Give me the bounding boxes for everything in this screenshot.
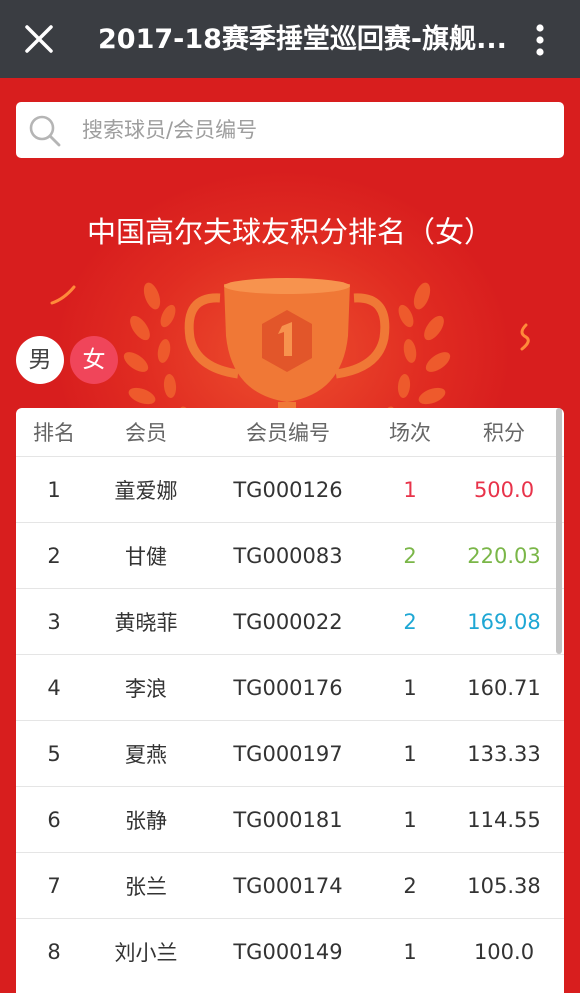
- gender-tab-male[interactable]: 男: [16, 336, 64, 384]
- rank-cell: 8: [47, 939, 61, 964]
- search-input[interactable]: 搜索球员/会员编号: [16, 102, 564, 158]
- member-id-cell: TG000022: [233, 609, 343, 634]
- member-id-cell: TG000197: [233, 741, 343, 766]
- member-id-cell: TG000181: [233, 807, 343, 832]
- header-member: 会员: [125, 421, 167, 445]
- close-icon[interactable]: [22, 22, 56, 56]
- rank-cell: 3: [47, 609, 61, 634]
- score-cell: 160.71: [467, 675, 541, 700]
- games-cell: 2: [403, 609, 417, 634]
- page-title: 2017-18赛季捶堂巡回赛-旗舰...: [98, 24, 507, 55]
- games-cell: 1: [403, 675, 417, 700]
- score-cell: 500.0: [473, 477, 535, 502]
- header-games: 场次: [389, 421, 431, 445]
- table-row[interactable]: 8 刘小兰 TG000149 1 100.0: [16, 918, 564, 984]
- games-cell: 1: [403, 807, 417, 832]
- rank-cell: 1: [47, 477, 61, 502]
- games-cell: 2: [403, 543, 417, 568]
- header-member-id: 会员编号: [246, 421, 330, 445]
- search-icon: [29, 115, 61, 147]
- member-id-cell: TG000176: [233, 675, 343, 700]
- rank-cell: 6: [47, 807, 61, 832]
- confetti-icon: [520, 323, 530, 351]
- top-bar: 2017-18赛季捶堂巡回赛-旗舰...: [0, 0, 580, 78]
- ranking-table: 排名 会员 会员编号 场次 积分 1 童爱娜 TG000126 1 500.0 2 甘健 TG…: [16, 408, 564, 993]
- score-cell: 133.33: [467, 741, 541, 766]
- rank-cell: 5: [47, 741, 61, 766]
- score-cell: 100.0: [473, 939, 535, 964]
- score-cell: 220.03: [467, 543, 541, 568]
- member-name-cell: 张兰: [125, 874, 167, 899]
- score-cell: 105.38: [467, 873, 541, 898]
- table-row[interactable]: 4 李浪 TG000176 1 160.71: [16, 654, 564, 720]
- table-row[interactable]: 1 童爱娜 TG000126 1 500.0: [16, 456, 564, 522]
- scrollbar[interactable]: [556, 408, 562, 654]
- score-cell: 169.08: [467, 609, 541, 634]
- member-name-cell: 刘小兰: [114, 940, 178, 965]
- games-cell: 1: [403, 939, 417, 964]
- member-name-cell: 张静: [125, 808, 167, 833]
- member-name-cell: 李浪: [125, 676, 167, 701]
- games-cell: 1: [403, 741, 417, 766]
- member-name-cell: 夏燕: [125, 742, 167, 767]
- member-id-cell: TG000174: [233, 873, 343, 898]
- rank-cell: 4: [47, 675, 61, 700]
- member-id-cell: TG000126: [233, 477, 343, 502]
- confetti-icon: [50, 285, 76, 305]
- table-row[interactable]: 2 甘健 TG000083 2 220.03: [16, 522, 564, 588]
- member-name-cell: 童爱娜: [114, 478, 178, 503]
- member-name-cell: 黄晓菲: [114, 610, 178, 635]
- rank-cell: 7: [47, 873, 61, 898]
- main-content: 搜索球员/会员编号 中国高尔夫球友积分排名（女） 男 女 排名 会员 会员编号 …: [0, 78, 580, 993]
- rank-cell: 2: [47, 543, 61, 568]
- member-id-cell: TG000083: [233, 543, 343, 568]
- more-vertical-icon[interactable]: [522, 20, 558, 60]
- table-header: 排名 会员 会员编号 场次 积分: [16, 408, 564, 456]
- games-cell: 1: [403, 477, 417, 502]
- gender-tab-female[interactable]: 女: [70, 336, 118, 384]
- member-name-cell: 甘健: [125, 544, 167, 569]
- header-rank: 排名: [33, 421, 75, 445]
- games-cell: 2: [403, 873, 417, 898]
- ranking-heading: 中国高尔夫球友积分排名（女）: [86, 215, 493, 249]
- table-row[interactable]: 7 张兰 TG000174 2 105.38: [16, 852, 564, 918]
- score-cell: 114.55: [467, 807, 541, 832]
- member-id-cell: TG000149: [233, 939, 343, 964]
- table-row[interactable]: 6 张静 TG000181 1 114.55: [16, 786, 564, 852]
- table-row[interactable]: 5 夏燕 TG000197 1 133.33: [16, 720, 564, 786]
- search-placeholder: 搜索球员/会员编号: [82, 118, 258, 142]
- table-row[interactable]: 3 黄晓菲 TG000022 2 169.08: [16, 588, 564, 654]
- header-score: 积分: [483, 421, 525, 445]
